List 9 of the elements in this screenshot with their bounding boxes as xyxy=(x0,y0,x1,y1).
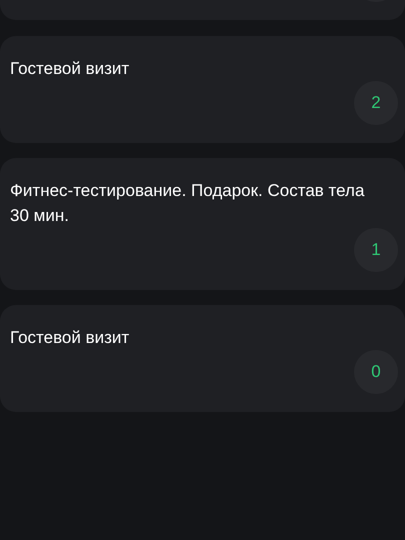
service-card[interactable]: Гостевой визит 0 xyxy=(0,305,405,412)
count-badge: 1 xyxy=(354,228,398,272)
count-badge: 2 xyxy=(354,81,398,125)
service-title: Фитнес-тестирование. Подарок. Состав тела 30 мин. xyxy=(10,180,366,227)
service-title: Гостевой визит xyxy=(10,58,130,80)
service-card[interactable]: Гостевой визит 2 xyxy=(0,36,405,143)
service-title: Гостевой визит xyxy=(10,327,130,349)
count-badge: 0 xyxy=(354,350,398,394)
service-card[interactable]: Фитнес-тестирование. Подарок. Состав тела 30 мин. 1 xyxy=(0,158,405,290)
